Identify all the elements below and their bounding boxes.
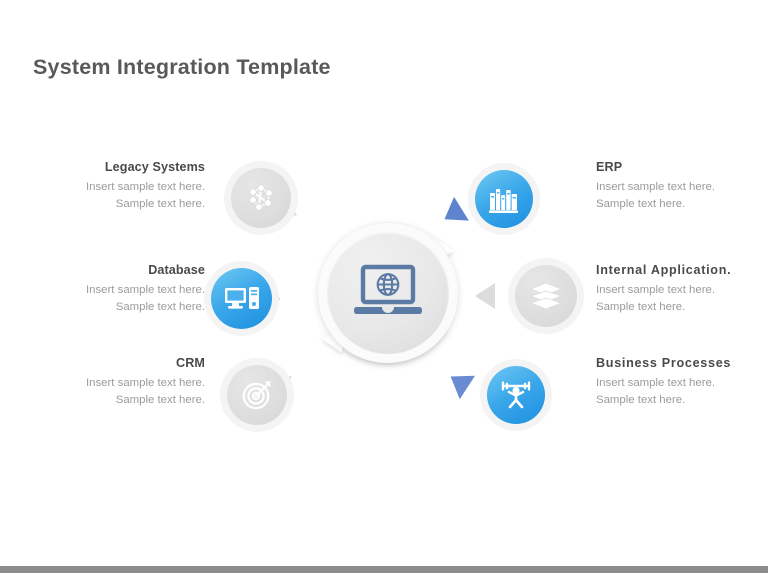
node-line-1: Insert sample text here. xyxy=(85,181,205,193)
node-heading: Internal Application. xyxy=(596,263,732,277)
footer-bar xyxy=(0,566,768,573)
connector-arrow-internal-application xyxy=(475,283,495,309)
node-icon-crm[interactable] xyxy=(227,365,287,425)
node-line-2: Sample text here. xyxy=(115,394,205,406)
node-heading: Legacy Systems xyxy=(104,160,205,174)
node-text-legacy-systems: Legacy Systems Insert sample text here. … xyxy=(20,160,205,213)
node-line-1: Insert sample text here. xyxy=(596,377,716,389)
node-text-crm: CRM Insert sample text here. Sample text… xyxy=(20,356,205,409)
node-line-2: Sample text here. xyxy=(596,301,686,313)
node-line-2: Sample text here. xyxy=(596,394,686,406)
node-text-internal-application: Internal Application. Insert sample text… xyxy=(596,263,766,316)
node-icon-legacy-systems[interactable] xyxy=(231,168,291,228)
node-heading: Database xyxy=(148,263,205,277)
node-text-erp: ERP Insert sample text here. Sample text… xyxy=(596,160,768,213)
node-text-business-processes: Business Processes Insert sample text he… xyxy=(596,356,768,409)
node-icon-database[interactable] xyxy=(211,268,272,329)
node-icon-internal-application[interactable] xyxy=(515,265,577,327)
node-text-database: Database Insert sample text here. Sample… xyxy=(20,263,205,316)
node-heading: CRM xyxy=(176,356,205,370)
page-title: System Integration Template xyxy=(33,55,331,79)
node-line-2: Sample text here. xyxy=(596,198,686,210)
node-line-2: Sample text here. xyxy=(115,198,205,210)
node-icon-business-processes[interactable] xyxy=(487,366,545,424)
node-icon-erp[interactable] xyxy=(475,170,533,228)
laptop-globe-icon xyxy=(352,262,424,324)
slide-canvas: System Integration Template Legacy Syste… xyxy=(0,0,768,576)
node-line-1: Insert sample text here. xyxy=(596,181,716,193)
node-line-1: Insert sample text here. xyxy=(596,284,716,296)
node-line-1: Insert sample text here. xyxy=(85,377,205,389)
node-line-1: Insert sample text here. xyxy=(85,284,205,296)
node-line-2: Sample text here. xyxy=(115,301,205,313)
node-heading: ERP xyxy=(596,160,623,174)
node-heading: Business Processes xyxy=(596,356,732,370)
